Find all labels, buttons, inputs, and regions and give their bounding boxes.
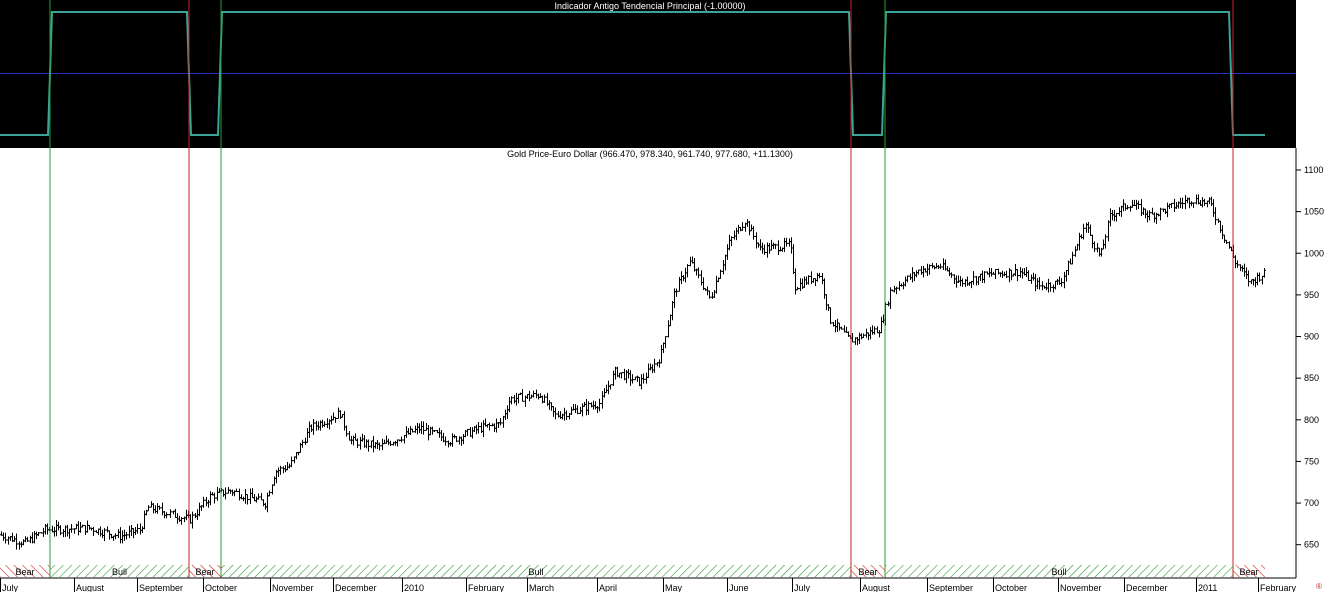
x-axis-label: June [729, 583, 749, 592]
price-y-tick-label: 1050 [1304, 207, 1324, 217]
price-y-tick-label: 1000 [1304, 248, 1324, 258]
chart-canvas: Indicador Antigo Tendencial Principal (-… [0, 0, 1324, 592]
price-y-axis: 1100 1050 1000 950 900 850 800 750 700 650 [1296, 165, 1324, 550]
bull-band-label: Bull [112, 567, 127, 577]
price-y-tick-label: 900 [1304, 332, 1319, 342]
x-axis-label: April [599, 583, 617, 592]
x-axis-label: February [1260, 583, 1297, 592]
x-axis-label: 2011 [1198, 583, 1217, 592]
bull-band-label: Bull [528, 567, 543, 577]
price-panel: Gold Price-Euro Dollar (966.470, 978.340… [0, 148, 1324, 578]
price-y-tick-label: 700 [1304, 498, 1319, 508]
signal-bands: Bear Bull Bear Bull Bear Bull Bear [0, 565, 1265, 577]
indicator-y-tick-label: -1.0 [1306, 130, 1322, 140]
x-axis-label: July [2, 583, 19, 592]
price-y-tick-label: 950 [1304, 290, 1319, 300]
x-axis: July August September October November Decemb… [0, 577, 1297, 592]
indicator-title: Indicador Antigo Tendencial Principal (-… [555, 1, 746, 11]
bear-band-label: Bear [15, 567, 34, 577]
x-axis-label: August [76, 583, 105, 592]
x-axis-labels: July August September October November Decemb… [0, 578, 1297, 592]
indicator-y-tick-label: 0.5 [1306, 38, 1319, 48]
bear-band-label: Bear [1239, 567, 1258, 577]
x-axis-label: November [272, 583, 314, 592]
bear-band-label: Bear [195, 567, 214, 577]
x-axis-label: November [1060, 583, 1102, 592]
x-axis-label: December [335, 583, 377, 592]
price-ohlc-bars [0, 194, 1266, 550]
bear-band-label: Bear [858, 567, 877, 577]
x-axis-label: 2010 [404, 583, 424, 592]
price-y-tick-label: 650 [1304, 540, 1319, 550]
indicator-y-axis: 1.0 0.5 0.0 -0.5 -1.0 [1296, 7, 1322, 140]
price-y-tick-label: 800 [1304, 415, 1319, 425]
registered-mark: ® [1316, 582, 1322, 591]
x-axis-label: October [205, 583, 237, 592]
price-y-tick-label: 750 [1304, 456, 1319, 466]
x-axis-label: September [929, 583, 973, 592]
price-y-tick-label: 1100 [1304, 165, 1323, 175]
indicator-y-tick-label: 1.0 [1306, 7, 1319, 17]
x-axis-label: March [529, 583, 554, 592]
x-axis-label: December [1126, 583, 1168, 592]
indicator-panel: Indicador Antigo Tendencial Principal (-… [0, 0, 1322, 148]
price-y-tick-label: 850 [1304, 373, 1319, 383]
x-axis-label: September [139, 583, 183, 592]
indicator-y-tick-label: 0.0 [1306, 69, 1319, 79]
x-axis-label: July [794, 583, 811, 592]
x-axis-label: August [862, 583, 891, 592]
x-axis-label: February [468, 583, 505, 592]
price-title: Gold Price-Euro Dollar (966.470, 978.340… [507, 149, 793, 159]
x-axis-label: October [995, 583, 1027, 592]
x-axis-label: May [665, 583, 683, 592]
bull-band-label: Bull [1051, 567, 1066, 577]
indicator-y-tick-label: -0.5 [1306, 99, 1322, 109]
